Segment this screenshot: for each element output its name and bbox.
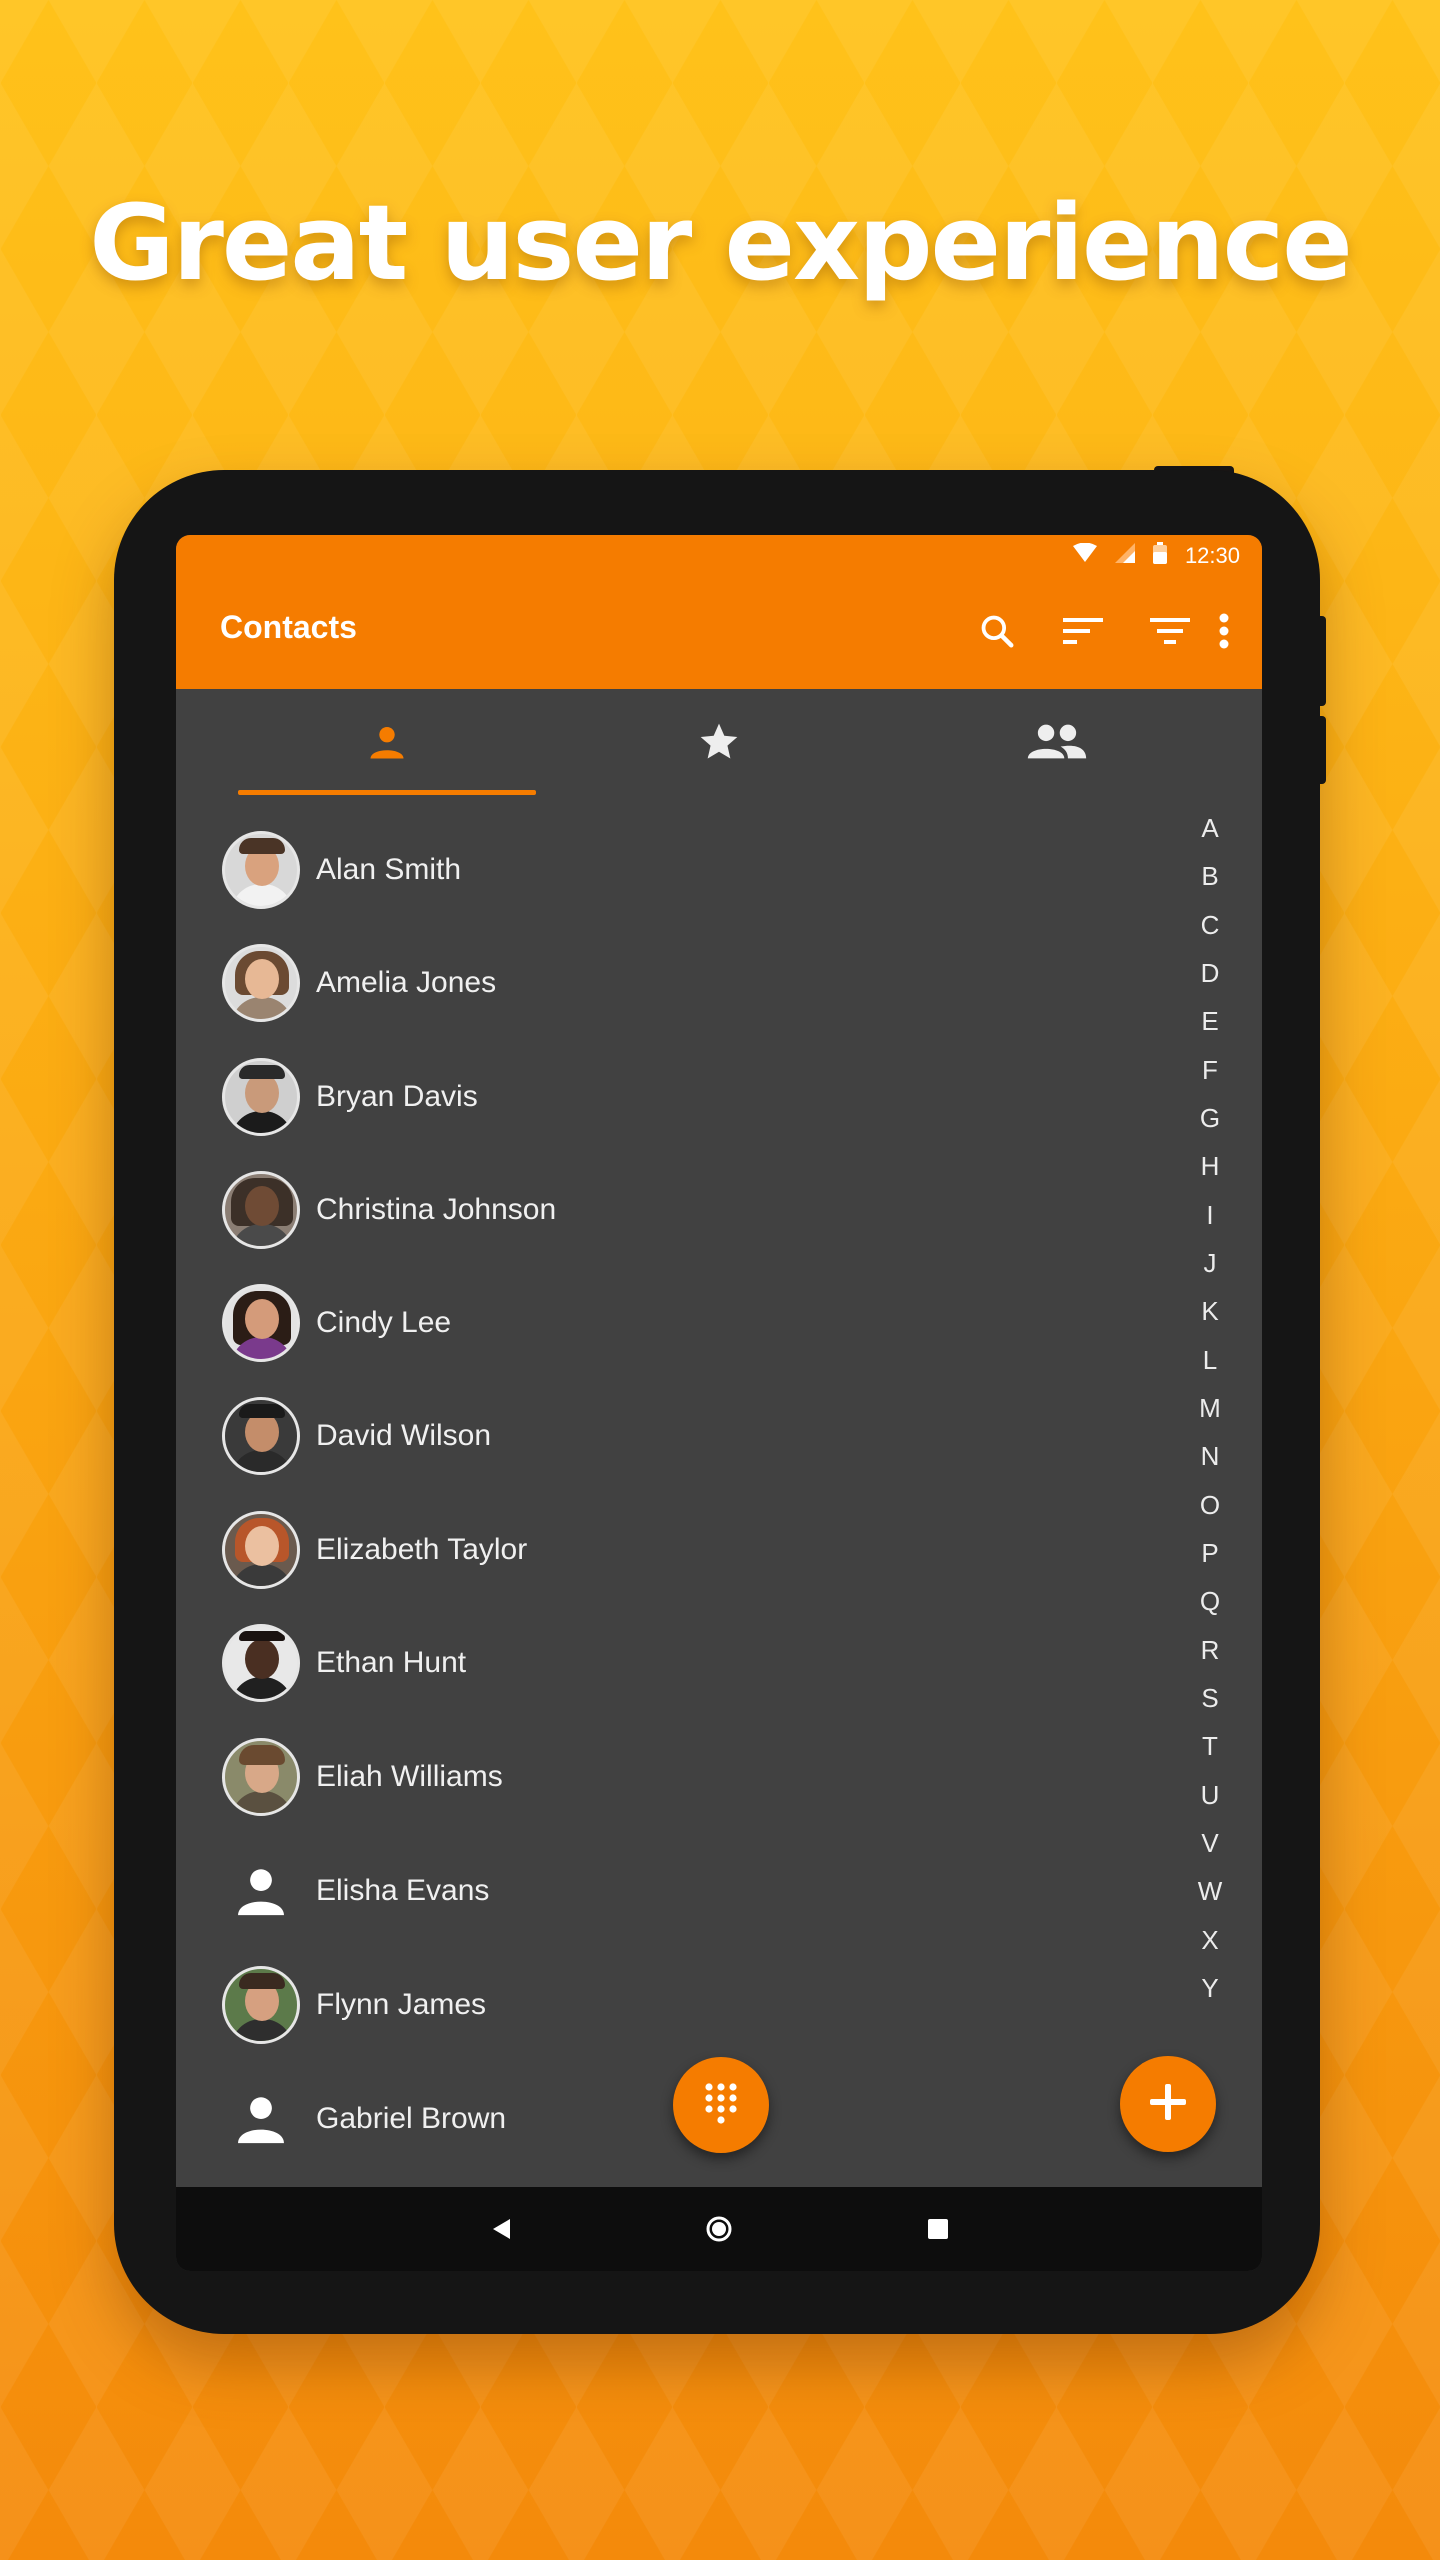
tablet-volume-up-button	[1316, 616, 1326, 706]
alphabet-letter[interactable]: S	[1188, 1683, 1232, 1714]
avatar	[222, 1058, 300, 1136]
alphabet-letter[interactable]: H	[1188, 1151, 1232, 1182]
avatar	[222, 831, 300, 909]
contact-name: Alan Smith	[316, 853, 462, 886]
person-icon	[222, 1852, 300, 1930]
avatar	[222, 1966, 300, 2044]
contact-row[interactable]: Elizabeth Taylor	[222, 1505, 1122, 1595]
person-icon	[222, 2080, 300, 2158]
tab-favorites[interactable]	[569, 689, 869, 799]
tablet-volume-down-button	[1316, 716, 1326, 784]
contact-name: Flynn James	[316, 1988, 487, 2021]
alphabet-letter[interactable]: A	[1188, 813, 1232, 844]
filter-icon[interactable]	[1142, 603, 1198, 659]
contact-name: Christina Johnson	[316, 1193, 557, 1226]
alphabet-letter[interactable]: B	[1188, 861, 1232, 892]
tab-contacts[interactable]	[237, 689, 537, 799]
contact-name: Bryan Davis	[316, 1080, 478, 1113]
status-time: 12:30	[1184, 543, 1240, 568]
avatar	[222, 1738, 300, 1816]
group-icon	[1026, 720, 1088, 769]
avatar	[222, 944, 300, 1022]
alphabet-letter[interactable]: F	[1188, 1055, 1232, 1086]
avatar	[222, 1284, 300, 1362]
status-bar: 12:30	[176, 535, 1262, 575]
contact-row[interactable]: Flynn James	[222, 1960, 1122, 2050]
contact-name: Eliah Williams	[316, 1760, 503, 1793]
alphabet-letter[interactable]: X	[1188, 1925, 1232, 1956]
more-vertical-icon[interactable]	[1204, 603, 1244, 659]
tab-groups[interactable]	[907, 689, 1207, 799]
alphabet-letter[interactable]: V	[1188, 1828, 1232, 1859]
battery-icon	[1152, 542, 1167, 570]
contact-name: Cindy Lee	[316, 1306, 452, 1339]
contact-row[interactable]: Bryan Davis	[222, 1052, 1122, 1142]
alphabet-letter[interactable]: O	[1188, 1490, 1232, 1521]
alphabet-letter[interactable]: Y	[1188, 1973, 1232, 2004]
alphabet-letter[interactable]: C	[1188, 910, 1232, 941]
alphabet-letter[interactable]: Q	[1188, 1586, 1232, 1617]
contact-row[interactable]: Christina Johnson	[222, 1165, 1122, 1255]
alphabet-letter[interactable]: U	[1188, 1780, 1232, 1811]
app-screen: 12:30 Contacts Alan Smith Amelia Jones B…	[176, 535, 1262, 2271]
alphabet-letter[interactable]: W	[1188, 1876, 1232, 1907]
alphabet-letter[interactable]: M	[1188, 1393, 1232, 1424]
contact-name: Gabriel Brown	[316, 2102, 507, 2135]
alphabet-letter[interactable]: R	[1188, 1635, 1232, 1666]
home-icon[interactable]	[695, 2205, 743, 2253]
alphabet-letter[interactable]: N	[1188, 1441, 1232, 1472]
avatar	[222, 1511, 300, 1589]
dialpad-icon	[701, 2081, 741, 2130]
toolbar-title: Contacts	[220, 609, 357, 645]
dialpad-button[interactable]	[673, 2057, 769, 2153]
avatar	[222, 1624, 300, 1702]
person-icon	[365, 720, 409, 769]
contact-row[interactable]: David Wilson	[222, 1391, 1122, 1481]
recents-icon[interactable]	[914, 2205, 962, 2253]
wifi-icon	[1072, 542, 1097, 569]
contact-name: David Wilson	[316, 1419, 492, 1452]
contact-name: Elizabeth Taylor	[316, 1533, 528, 1566]
alphabet-letter[interactable]: E	[1188, 1006, 1232, 1037]
contact-row[interactable]: Alan Smith	[222, 825, 1122, 915]
add-contact-button[interactable]	[1120, 2056, 1216, 2152]
alphabet-letter[interactable]: K	[1188, 1296, 1232, 1327]
avatar	[222, 1397, 300, 1475]
contact-row[interactable]: Ethan Hunt	[222, 1618, 1122, 1708]
headline: Great user experience	[89, 182, 1353, 304]
contact-name: Ethan Hunt	[316, 1646, 467, 1679]
alphabet-letter[interactable]: I	[1188, 1200, 1232, 1231]
contact-row[interactable]: Gabriel Brown	[222, 2074, 1122, 2164]
navigation-bar	[176, 2187, 1262, 2271]
signal-icon	[1114, 543, 1135, 569]
alphabet-letter[interactable]: T	[1188, 1731, 1232, 1762]
star-icon	[697, 720, 741, 769]
contact-row[interactable]: Cindy Lee	[222, 1278, 1122, 1368]
search-icon[interactable]	[969, 603, 1025, 659]
contact-name: Elisha Evans	[316, 1874, 490, 1907]
alphabet-letter[interactable]: J	[1188, 1248, 1232, 1279]
toolbar: Contacts	[176, 575, 1262, 689]
alphabet-letter[interactable]: G	[1188, 1103, 1232, 1134]
contact-name: Amelia Jones	[316, 966, 497, 999]
back-icon[interactable]	[478, 2205, 526, 2253]
alphabet-letter[interactable]: L	[1188, 1345, 1232, 1376]
avatar	[222, 1171, 300, 1249]
contact-row[interactable]: Eliah Williams	[222, 1732, 1122, 1822]
add-icon	[1150, 2083, 1186, 2125]
alphabet-letter[interactable]: D	[1188, 958, 1232, 989]
sort-icon[interactable]	[1055, 603, 1111, 659]
contact-row[interactable]: Amelia Jones	[222, 938, 1122, 1028]
contact-row[interactable]: Elisha Evans	[222, 1846, 1122, 1936]
alphabet-letter[interactable]: P	[1188, 1538, 1232, 1569]
tab-selected-indicator	[238, 790, 536, 795]
tab-bar	[176, 689, 1262, 799]
